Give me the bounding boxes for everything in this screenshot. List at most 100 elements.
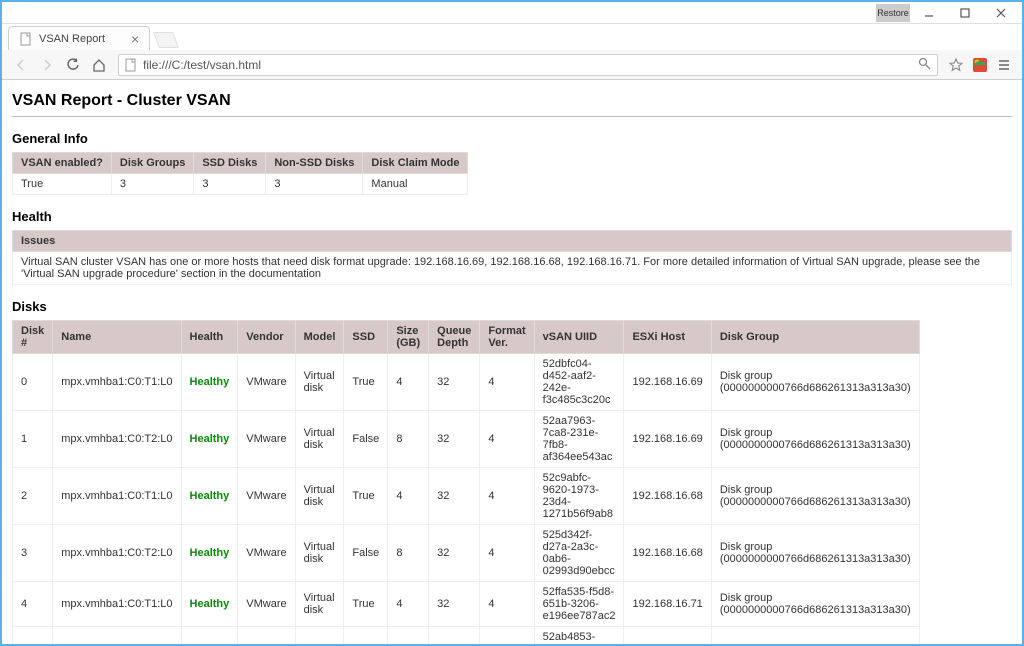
general-info-heading: General Info [12, 131, 1012, 146]
divider [12, 116, 1012, 117]
close-tab-icon[interactable]: × [131, 32, 139, 46]
forward-button[interactable] [36, 54, 58, 76]
cell: 192.168.16.68 [624, 468, 711, 525]
menu-icon[interactable] [994, 55, 1014, 75]
cell: 4 [388, 468, 429, 525]
close-window-button[interactable] [984, 4, 1018, 22]
search-icon[interactable] [918, 57, 931, 73]
cell: Virtual disk [295, 582, 344, 627]
cell: 525d342f-d27a-2a3c-0ab6-02993d90ebcc [534, 525, 624, 582]
browser-tab[interactable]: VSAN Report × [8, 26, 150, 50]
reload-button[interactable] [62, 54, 84, 76]
cell: False [344, 627, 388, 645]
issues-text: Virtual SAN cluster VSAN has one or more… [13, 252, 1012, 285]
column-header: VSAN enabled? [13, 153, 112, 174]
cell: 8 [388, 525, 429, 582]
column-header: vSAN UIID [534, 321, 624, 354]
star-icon[interactable] [946, 55, 966, 75]
cell: Virtual disk [295, 354, 344, 411]
window-titlebar: Restore [2, 2, 1022, 24]
new-tab-button[interactable] [153, 32, 179, 48]
cell: 52ffa535-f5d8-651b-3206-e196ee787ac2 [534, 582, 624, 627]
column-header: Size (GB) [388, 321, 429, 354]
disks-table: Disk #NameHealthVendorModelSSDSize (GB)Q… [12, 320, 920, 644]
cell: 32 [429, 411, 480, 468]
cell: 3 [13, 525, 53, 582]
cell: 4 [480, 411, 534, 468]
cell: True [13, 174, 112, 195]
cell: VMware [238, 354, 295, 411]
table-row: 3mpx.vmhba1:C0:T2:L0HealthyVMwareVirtual… [13, 525, 920, 582]
cell: True [344, 354, 388, 411]
restore-button[interactable]: Restore [876, 4, 910, 22]
cell: 192.168.16.71 [624, 627, 711, 645]
cell: VMware [238, 525, 295, 582]
cell: 2 [13, 468, 53, 525]
tab-strip: VSAN Report × [2, 24, 1022, 50]
cell: 8 [388, 411, 429, 468]
cell: 4 [480, 582, 534, 627]
cell: Healthy [181, 354, 238, 411]
cell: VMware [238, 411, 295, 468]
column-header: Disk Claim Mode [363, 153, 468, 174]
cell: Disk group (0000000000766d686261313a313a… [711, 411, 919, 468]
cell: Disk group (0000000000766d686261313a313a… [711, 627, 919, 645]
page-title: VSAN Report - Cluster VSAN [12, 92, 1012, 110]
cell: 52c9abfc-9620-1973-23d4-1271b56f9ab8 [534, 468, 624, 525]
url-input[interactable] [143, 58, 918, 72]
cell: Disk group (0000000000766d686261313a313a… [711, 468, 919, 525]
cell: 192.168.16.68 [624, 525, 711, 582]
table-row: 1mpx.vmhba1:C0:T2:L0HealthyVMwareVirtual… [13, 411, 920, 468]
column-header: Non-SSD Disks [266, 153, 363, 174]
cell: 52dbfc04-d452-aaf2-242e-f3c485c3c20c [534, 354, 624, 411]
column-header: Queue Depth [429, 321, 480, 354]
column-header: Model [295, 321, 344, 354]
cell: mpx.vmhba1:C0:T2:L0 [53, 627, 181, 645]
cell: VMware [238, 627, 295, 645]
table-row: 4mpx.vmhba1:C0:T1:L0HealthyVMwareVirtual… [13, 582, 920, 627]
cell: False [344, 525, 388, 582]
cell: 4 [480, 468, 534, 525]
file-icon [125, 58, 137, 72]
cell: Healthy [181, 627, 238, 645]
cell: 32 [429, 582, 480, 627]
cell: Disk group (0000000000766d686261313a313a… [711, 354, 919, 411]
column-header: Disk Group [711, 321, 919, 354]
cell: 4 [480, 354, 534, 411]
cell: Virtual disk [295, 468, 344, 525]
cell: Healthy [181, 525, 238, 582]
general-info-table: VSAN enabled?Disk GroupsSSD DisksNon-SSD… [12, 152, 468, 195]
column-header: Vendor [238, 321, 295, 354]
column-header: Format Ver. [480, 321, 534, 354]
address-bar[interactable] [118, 54, 938, 76]
cell: 1 [13, 411, 53, 468]
cell: Disk group (0000000000766d686261313a313a… [711, 582, 919, 627]
maximize-button[interactable] [948, 4, 982, 22]
cell: 32 [429, 468, 480, 525]
column-header: Disk Groups [111, 153, 193, 174]
cell: VMware [238, 582, 295, 627]
cell: Virtual disk [295, 411, 344, 468]
home-button[interactable] [88, 54, 110, 76]
column-header: Health [181, 321, 238, 354]
cell: VMware [238, 468, 295, 525]
table-row: 5mpx.vmhba1:C0:T2:L0HealthyVMwareVirtual… [13, 627, 920, 645]
cell: Virtual disk [295, 627, 344, 645]
cell: 32 [429, 525, 480, 582]
extension-icon[interactable] [970, 55, 990, 75]
cell: 3 [111, 174, 193, 195]
browser-toolbar [2, 50, 1022, 80]
cell: 32 [429, 627, 480, 645]
cell: 5 [13, 627, 53, 645]
cell: 4 [480, 525, 534, 582]
back-button[interactable] [10, 54, 32, 76]
minimize-button[interactable] [912, 4, 946, 22]
disks-heading: Disks [12, 299, 1012, 314]
cell: 52ab4853-4395-eca3-7b29-a90bd0ec3213 [534, 627, 624, 645]
cell: True [344, 582, 388, 627]
column-header: SSD [344, 321, 388, 354]
cell: mpx.vmhba1:C0:T1:L0 [53, 354, 181, 411]
cell: 52aa7963-7ca8-231e-7fb8-af364ee543ac [534, 411, 624, 468]
cell: 4 [480, 627, 534, 645]
cell: mpx.vmhba1:C0:T2:L0 [53, 411, 181, 468]
